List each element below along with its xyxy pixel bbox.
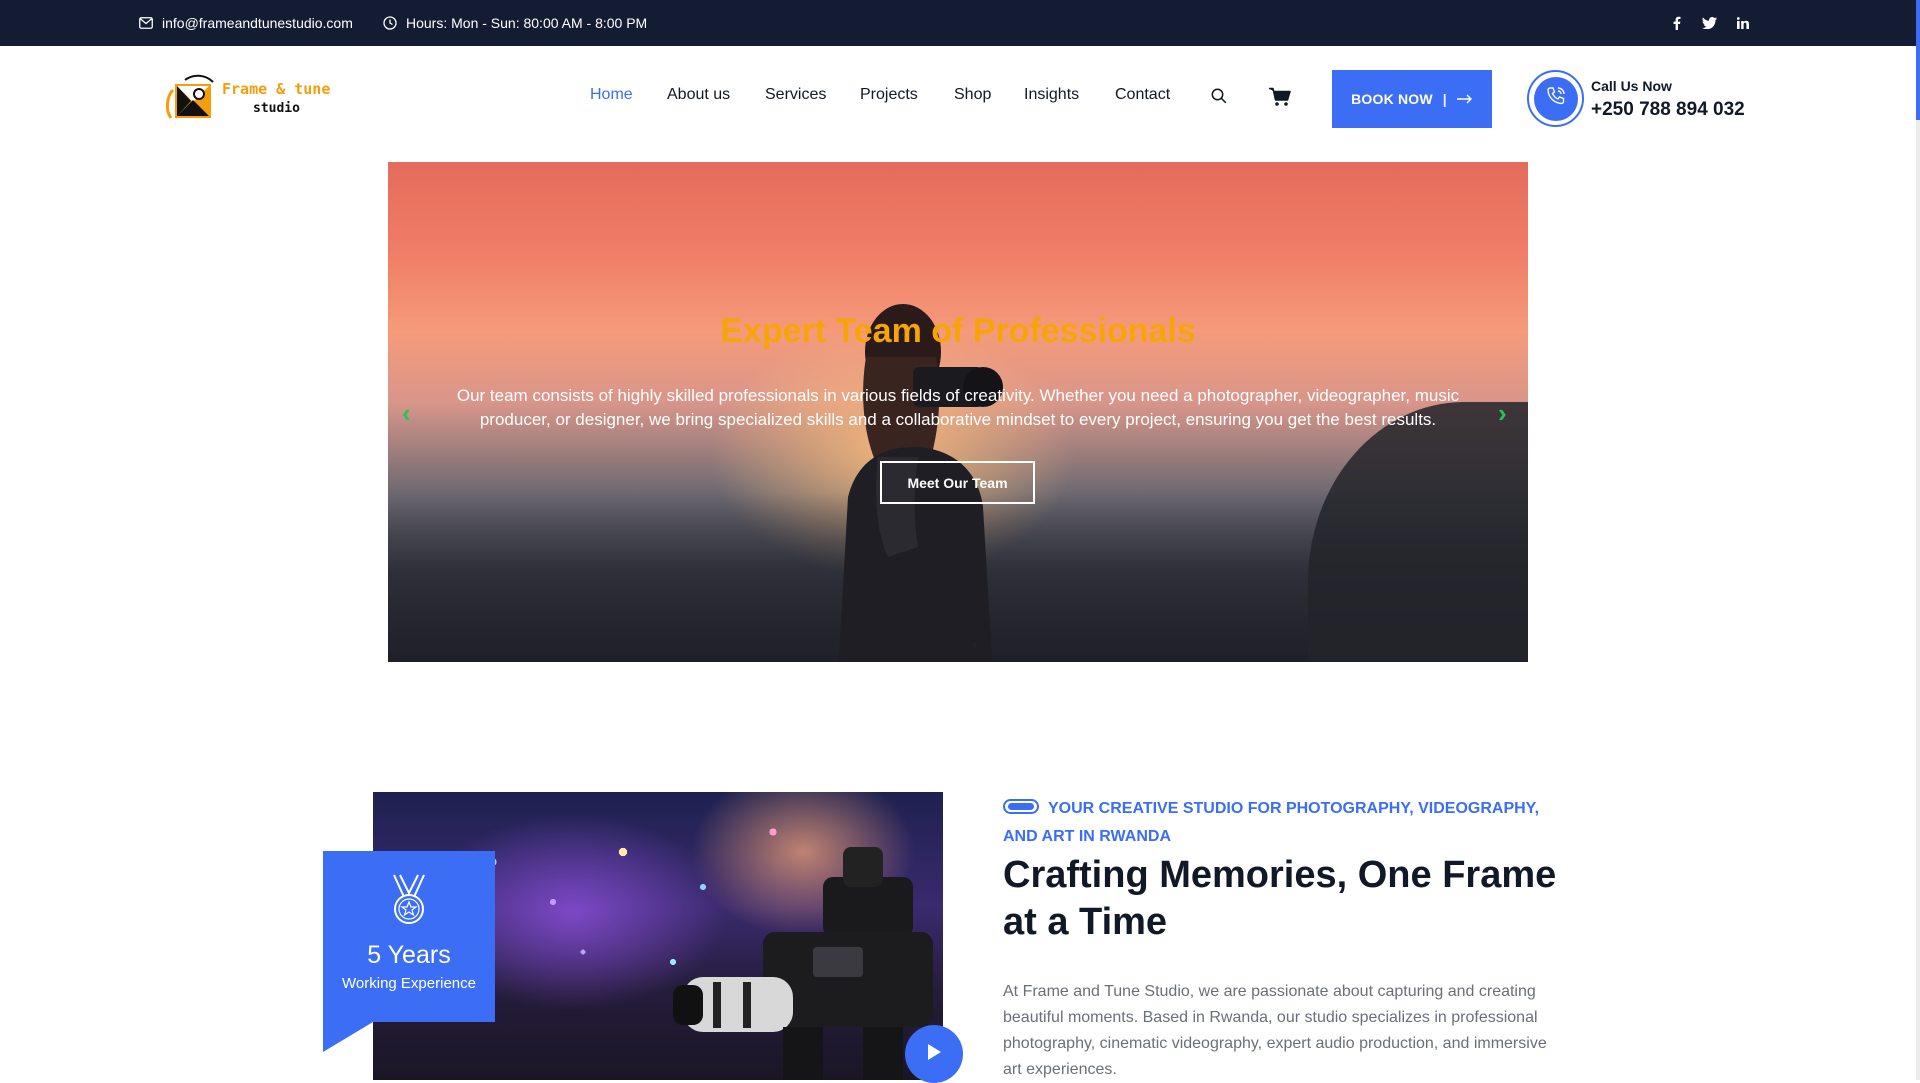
book-now-separator: | xyxy=(1442,91,1447,107)
book-now-button[interactable]: BOOK NOW | xyxy=(1332,70,1492,128)
arrow-right-icon xyxy=(1456,91,1473,107)
hero-slider: Expert Team of Professionals Our team co… xyxy=(388,162,1528,662)
topbar-email-text: info@frameandtunestudio.com xyxy=(162,15,353,31)
nav-home[interactable]: Home xyxy=(590,86,633,104)
linkedin-icon[interactable] xyxy=(1737,0,1749,46)
topbar-email[interactable]: info@frameandtunestudio.com xyxy=(139,0,353,46)
mail-icon xyxy=(139,17,153,29)
page-scrollbar[interactable] xyxy=(1916,0,1920,1080)
hero-description: Our team consists of highly skilled prof… xyxy=(456,386,1460,429)
meet-our-team-button[interactable]: Meet Our Team xyxy=(880,461,1035,504)
top-bar: info@frameandtunestudio.com Hours: Mon -… xyxy=(0,0,1916,46)
site-logo[interactable] xyxy=(163,70,343,130)
topbar-hours: Hours: Mon - Sun: 80:00 AM - 8:00 PM xyxy=(383,0,647,46)
badge-label: Working Experience xyxy=(342,975,476,992)
slider-prev-icon[interactable]: ‹ xyxy=(402,398,411,429)
search-icon[interactable] xyxy=(1211,88,1227,109)
hero-title: Expert Team of Professionals xyxy=(720,312,1196,350)
about-eyebrow: YOUR CREATIVE STUDIO FOR PHOTOGRAPHY, VI… xyxy=(1003,800,1540,845)
nav-about-us[interactable]: About us xyxy=(667,86,730,104)
phone-icon xyxy=(1545,85,1567,112)
call-button[interactable] xyxy=(1527,70,1584,127)
nav-insights[interactable]: Insights xyxy=(1024,86,1079,104)
medal-icon xyxy=(384,873,434,932)
nav-contact[interactable]: Contact xyxy=(1115,86,1170,104)
twitter-icon[interactable] xyxy=(1702,0,1717,46)
nav-projects[interactable]: Projects xyxy=(860,86,918,104)
nav-services[interactable]: Services xyxy=(765,86,826,104)
logo-subtext: studio xyxy=(253,101,300,116)
play-icon xyxy=(925,1042,943,1067)
call-label: Call Us Now xyxy=(1591,78,1672,94)
facebook-icon[interactable] xyxy=(1672,0,1681,46)
about-text: At Frame and Tune Studio, we are passion… xyxy=(1003,983,1547,1078)
slider-next-icon[interactable]: › xyxy=(1498,398,1507,429)
badge-tail xyxy=(323,1022,373,1052)
scrollbar-thumb[interactable] xyxy=(1916,0,1920,120)
about-title: Crafting Memories, One Frame at a Time xyxy=(1003,854,1557,943)
slider-dot[interactable] xyxy=(972,642,978,648)
badge-years: 5 Years xyxy=(367,941,451,969)
cart-icon[interactable] xyxy=(1269,87,1291,112)
logo-mark-icon xyxy=(165,74,214,119)
video-camera-image xyxy=(673,847,933,1080)
nav-shop[interactable]: Shop xyxy=(954,86,991,104)
play-video-button[interactable] xyxy=(905,1025,963,1083)
clock-icon xyxy=(383,16,397,30)
book-now-label: BOOK NOW xyxy=(1351,91,1433,107)
topbar-hours-text: Hours: Mon - Sun: 80:00 AM - 8:00 PM xyxy=(406,15,648,31)
hero-cliff xyxy=(1308,402,1528,662)
experience-badge: 5 Years Working Experience xyxy=(323,851,495,1022)
call-number[interactable]: +250 788 894 032 xyxy=(1591,99,1745,121)
logo-text: Frame & tune xyxy=(222,80,331,98)
